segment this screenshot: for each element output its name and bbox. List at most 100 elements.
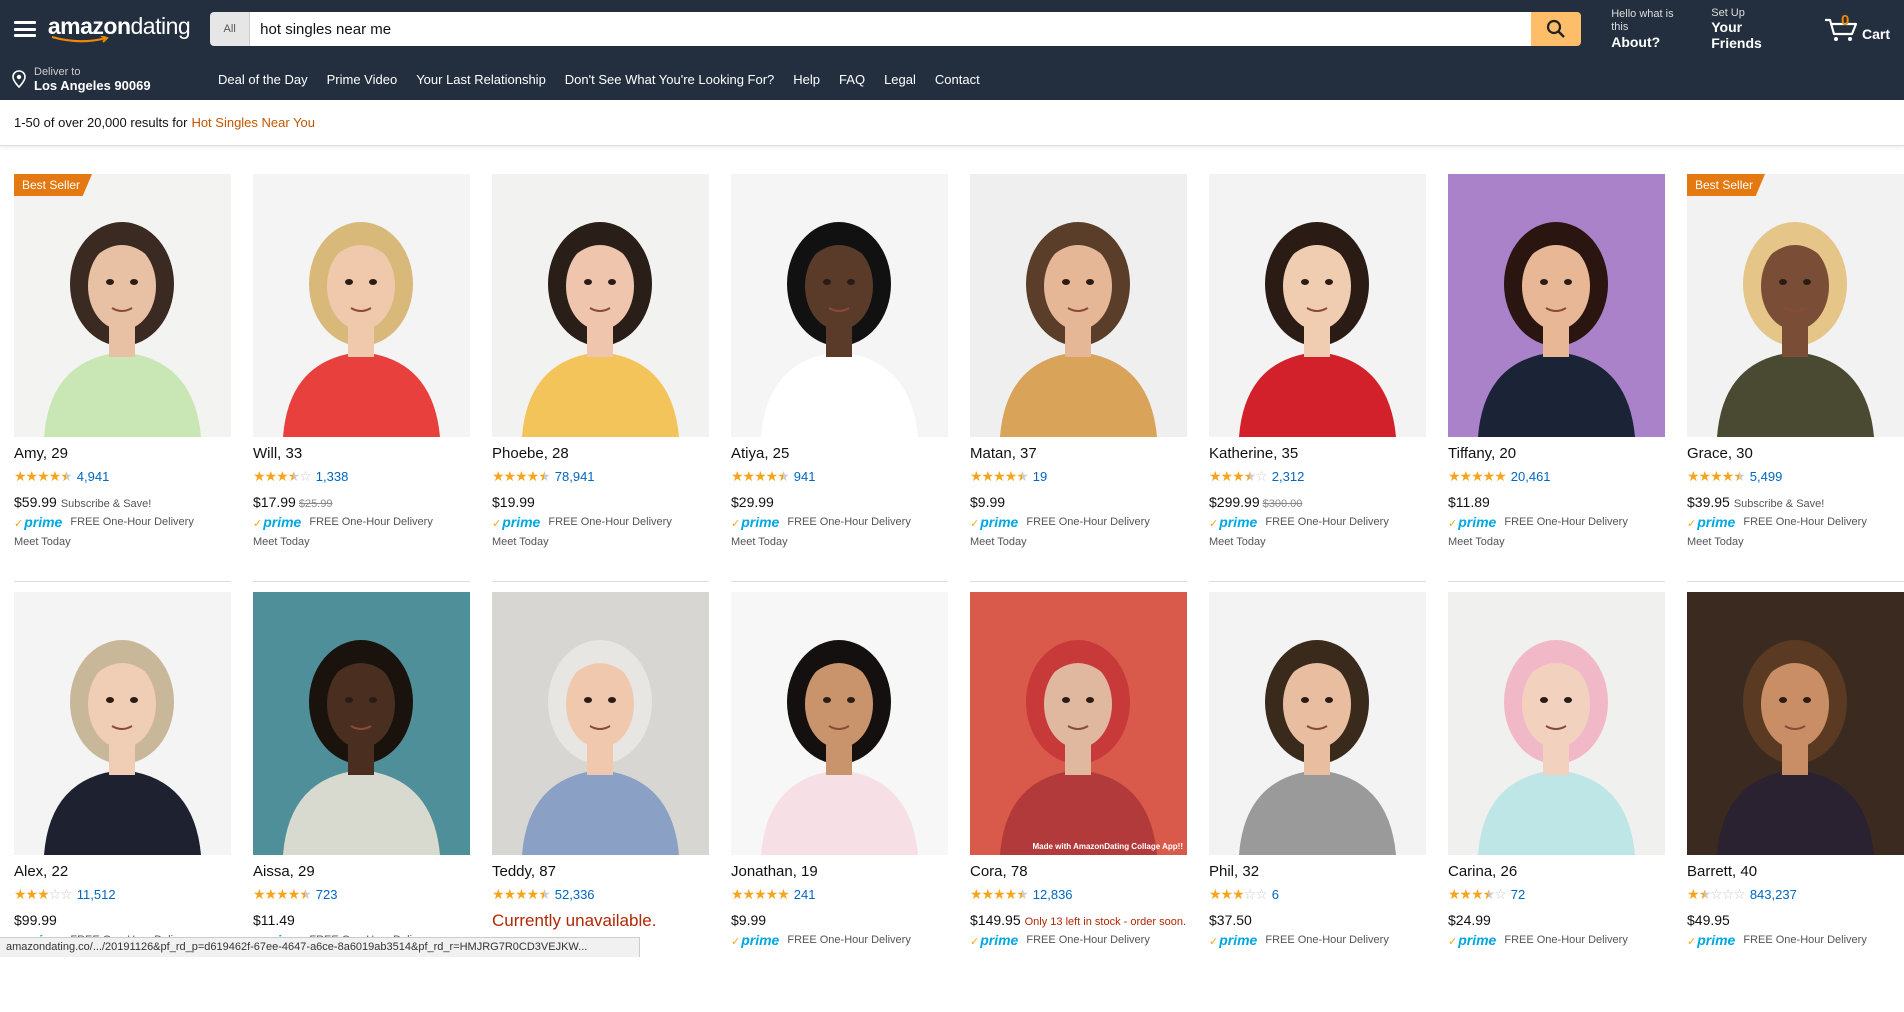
profile-photo[interactable] — [1687, 592, 1904, 855]
profile-photo[interactable] — [253, 174, 470, 437]
nav-link[interactable]: Help — [793, 72, 820, 87]
review-count[interactable]: 19 — [1033, 469, 1047, 484]
review-count[interactable]: 52,336 — [555, 887, 595, 902]
product-name[interactable]: Phil, 32 — [1209, 863, 1426, 880]
product-name[interactable]: Jonathan, 19 — [731, 863, 948, 880]
profile-photo[interactable] — [731, 174, 948, 437]
search-input[interactable] — [250, 12, 1531, 46]
product-card[interactable]: Atiya, 25★★★★★941$29.99primeFREE One-Hou… — [731, 174, 948, 592]
review-count[interactable]: 5,499 — [1750, 469, 1783, 484]
product-card[interactable]: Matan, 37★★★★★19$9.99primeFREE One-Hour … — [970, 174, 1187, 592]
product-card[interactable]: Best SellerGrace, 30★★★★★5,499$39.95Subs… — [1687, 174, 1904, 592]
review-count[interactable]: 941 — [794, 469, 816, 484]
product-name[interactable]: Amy, 29 — [14, 445, 231, 462]
nav-link[interactable]: Deal of the Day — [218, 72, 308, 87]
profile-photo[interactable] — [731, 592, 948, 855]
profile-photo[interactable]: Best Seller — [14, 174, 231, 437]
profile-photo[interactable]: Made with AmazonDating Collage App!! — [970, 592, 1187, 855]
star-rating-icon[interactable]: ★★★★★ — [1687, 468, 1745, 485]
price: $299.99 — [1209, 494, 1260, 510]
search-button[interactable] — [1531, 12, 1581, 46]
review-count[interactable]: 723 — [316, 887, 338, 902]
search-category-select[interactable]: All — [210, 12, 250, 46]
review-count[interactable]: 72 — [1511, 887, 1525, 902]
product-card[interactable]: Will, 33★★★★☆1,338$17.99$25.99primeFREE … — [253, 174, 470, 592]
star-rating-icon[interactable]: ★★★★★ — [1448, 468, 1506, 485]
star-rating-icon[interactable]: ★★★★☆ — [1209, 468, 1267, 485]
product-name[interactable]: Carina, 26 — [1448, 863, 1665, 880]
profile-photo[interactable] — [253, 592, 470, 855]
star-rating-icon[interactable]: ★★☆☆☆ — [1687, 886, 1745, 903]
deliver-to[interactable]: Deliver to Los Angeles 90069 — [12, 66, 207, 93]
product-card[interactable]: Jonathan, 19★★★★★241$9.99primeFREE One-H… — [731, 592, 948, 1012]
product-card[interactable]: Phil, 32★★★☆☆6$37.50primeFREE One-Hour D… — [1209, 592, 1426, 1012]
product-name[interactable]: Matan, 37 — [970, 445, 1187, 462]
review-count[interactable]: 78,941 — [555, 469, 595, 484]
review-count[interactable]: 20,461 — [1511, 469, 1551, 484]
product-name[interactable]: Teddy, 87 — [492, 863, 709, 880]
nav-link[interactable]: Your Last Relationship — [416, 72, 546, 87]
product-card[interactable]: Barrett, 40★★☆☆☆843,237$49.95primeFREE O… — [1687, 592, 1904, 1012]
star-rating-icon[interactable]: ★★★★★ — [14, 468, 72, 485]
review-count[interactable]: 4,941 — [77, 469, 110, 484]
review-count[interactable]: 241 — [794, 887, 816, 902]
product-name[interactable]: Cora, 78 — [970, 863, 1187, 880]
nav-link[interactable]: Don't See What You're Looking For? — [565, 72, 775, 87]
profile-photo[interactable] — [1448, 174, 1665, 437]
product-card[interactable]: Best SellerAmy, 29★★★★★4,941$59.99Subscr… — [14, 174, 231, 592]
star-rating-icon[interactable]: ★★★☆☆ — [14, 886, 72, 903]
product-name[interactable]: Barrett, 40 — [1687, 863, 1904, 880]
profile-photo[interactable] — [1448, 592, 1665, 855]
star-rating-icon[interactable]: ★★★★☆ — [253, 468, 311, 485]
star-rating-icon[interactable]: ★★★★★ — [970, 468, 1028, 485]
product-name[interactable]: Tiffany, 20 — [1448, 445, 1665, 462]
product-card[interactable]: Carina, 26★★★★☆72$24.99primeFREE One-Hou… — [1448, 592, 1665, 1012]
profile-photo[interactable] — [492, 592, 709, 855]
review-count[interactable]: 2,312 — [1272, 469, 1305, 484]
product-name[interactable]: Will, 33 — [253, 445, 470, 462]
product-card[interactable]: Made with AmazonDating Collage App!! Cora… — [970, 592, 1187, 1012]
nav-link[interactable]: Legal — [884, 72, 916, 87]
rating: ★★★★★ 4,941 — [14, 468, 231, 484]
cart-button[interactable]: 0 Cart — [1824, 16, 1890, 42]
review-count[interactable]: 843,237 — [1750, 887, 1797, 902]
star-rating-icon[interactable]: ★★★★★ — [492, 468, 550, 485]
star-rating-icon[interactable]: ★★★★★ — [970, 886, 1028, 903]
rating: ★★★★★ 12,836 — [970, 886, 1187, 902]
review-count[interactable]: 12,836 — [1033, 887, 1073, 902]
profile-photo[interactable] — [1209, 174, 1426, 437]
logo[interactable]: amazondating — [48, 13, 190, 46]
product-card[interactable]: Phoebe, 28★★★★★78,941$19.99primeFREE One… — [492, 174, 709, 592]
profile-photo[interactable] — [492, 174, 709, 437]
friends-link[interactable]: Set Up Your Friends — [1711, 7, 1796, 52]
star-rating-icon[interactable]: ★★★★★ — [492, 886, 550, 903]
profile-photo[interactable] — [14, 592, 231, 855]
star-rating-icon[interactable]: ★★★★★ — [253, 886, 311, 903]
product-card[interactable]: Katherine, 35★★★★☆2,312$299.99$300.00pri… — [1209, 174, 1426, 592]
product-name[interactable]: Atiya, 25 — [731, 445, 948, 462]
review-count[interactable]: 11,512 — [77, 887, 116, 902]
star-rating-icon[interactable]: ★★★★★ — [731, 468, 789, 485]
product-name[interactable]: Grace, 30 — [1687, 445, 1904, 462]
product-card[interactable]: Tiffany, 20★★★★★20,461$11.89primeFREE On… — [1448, 174, 1665, 592]
star-rating-icon[interactable]: ★★★★☆ — [1448, 886, 1506, 903]
product-name[interactable]: Phoebe, 28 — [492, 445, 709, 462]
nav-link[interactable]: Prime Video — [327, 72, 398, 87]
star-rating-icon[interactable]: ★★★★★ — [731, 886, 789, 903]
menu-icon[interactable] — [14, 21, 36, 37]
logo-smile-icon — [50, 36, 110, 44]
profile-photo[interactable] — [1209, 592, 1426, 855]
star-rating-icon[interactable]: ★★★☆☆ — [1209, 886, 1267, 903]
profile-photo[interactable]: Best Seller — [1687, 174, 1904, 437]
about-link[interactable]: Hello what is this About? — [1611, 8, 1693, 49]
product-name[interactable]: Aissa, 29 — [253, 863, 470, 880]
search-icon — [1546, 19, 1566, 39]
review-count[interactable]: 6 — [1272, 887, 1279, 902]
product-name[interactable]: Katherine, 35 — [1209, 445, 1426, 462]
nav-link[interactable]: Contact — [935, 72, 980, 87]
nav-link[interactable]: FAQ — [839, 72, 865, 87]
review-count[interactable]: 1,338 — [316, 469, 349, 484]
results-query[interactable]: Hot Singles Near You — [191, 115, 315, 130]
profile-photo[interactable] — [970, 174, 1187, 437]
product-name[interactable]: Alex, 22 — [14, 863, 231, 880]
